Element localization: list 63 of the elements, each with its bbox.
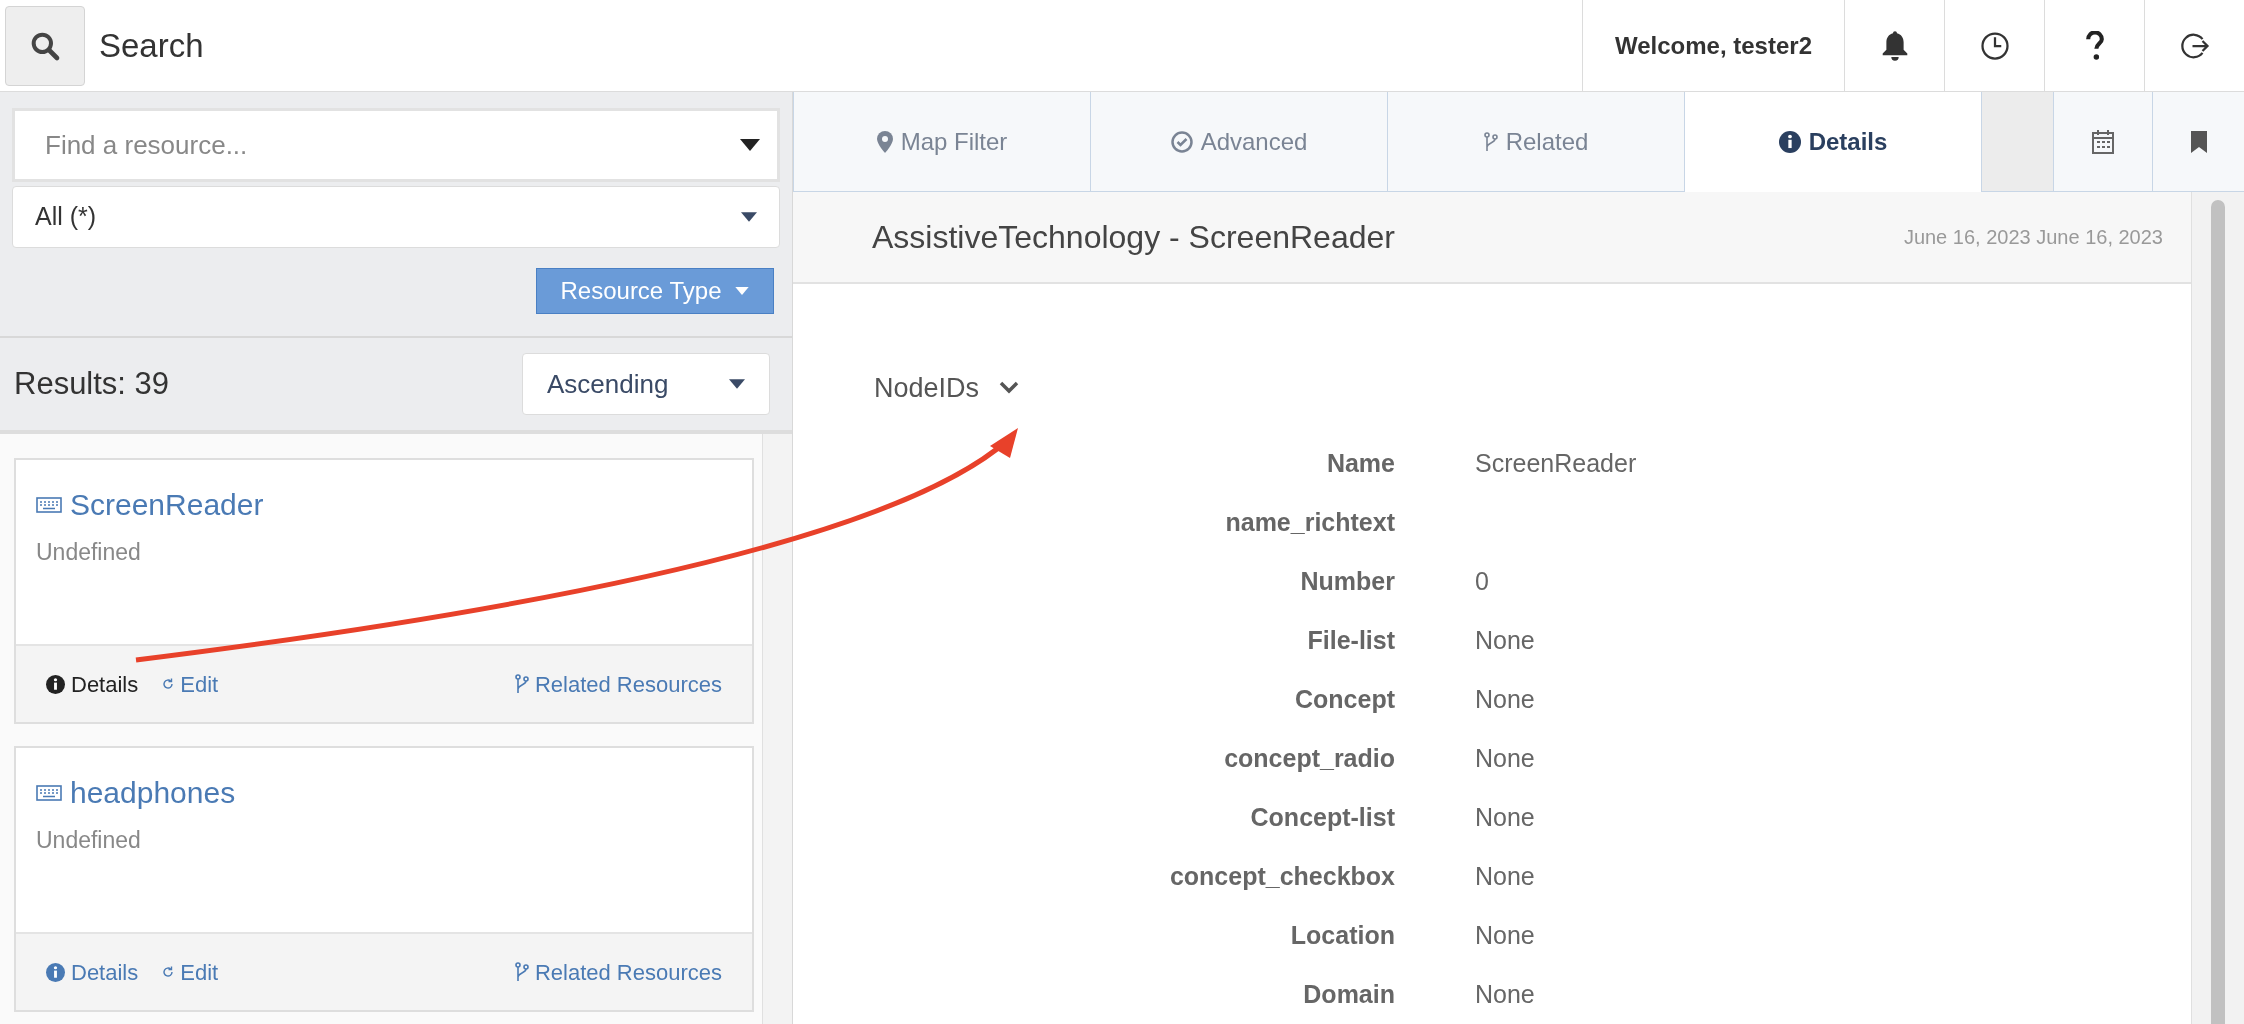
info-icon [46,674,65,694]
keyboard-icon [36,784,62,801]
map-pin-icon [876,130,893,153]
help-icon [2084,30,2105,61]
resource-type-button[interactable]: Resource Type [536,268,774,314]
info-icon [46,962,65,982]
field-label: Concept [1295,683,1395,715]
details-link[interactable]: Details [46,955,139,989]
resource-title-link[interactable]: ScreenReader [70,482,264,527]
field-label: Location [1290,919,1395,951]
field-value: None [1475,979,1535,1008]
bookmark-icon [2190,130,2207,153]
field-value: 0 [1475,566,1489,595]
field-label: name_richtext [1225,506,1395,538]
keyboard-icon [36,496,62,513]
field-value: None [1475,684,1535,713]
field-value: None [1475,802,1535,831]
branch-icon [514,962,529,982]
field-value: None [1475,743,1535,772]
resource-title-link[interactable]: headphones [70,770,236,815]
caret-icon [729,379,745,389]
field-value: None [1475,625,1535,654]
field-label: Number [1300,565,1395,597]
field-label: Domain [1303,978,1395,1010]
tab[interactable]: Details [1684,92,1981,192]
branch-icon [514,674,529,694]
caret-icon [740,139,760,151]
field-label: concept_checkbox [1169,860,1395,892]
field-label: concept_radio [1224,742,1395,774]
search-button[interactable] [5,5,85,86]
resource-subtitle: Undefined [36,538,142,567]
details-link[interactable]: Details [46,667,139,701]
find-resource-field[interactable]: Find a resource... [12,108,780,182]
refresh-icon [162,678,175,690]
edit-link[interactable]: Edit [162,667,219,701]
field-value: ScreenReader [1475,448,1637,477]
clock-icon [1979,30,2010,61]
field-label: Concept-list [1250,801,1395,833]
report-title: AssistiveTechnology - ScreenReader [872,217,1395,257]
chevron-down-icon [999,380,1020,395]
info-icon [1778,131,1801,153]
resource-subtitle: Undefined [36,826,142,855]
caret-icon [741,212,757,222]
section-heading: NodeIDs [874,371,980,405]
branch-icon [1483,130,1498,153]
type-select[interactable]: All (*) [12,186,780,248]
calendar-icon [2092,129,2114,154]
refresh-icon [162,966,175,978]
field-label: File-list [1307,624,1395,656]
related-resources-link[interactable]: Related Resources [514,955,722,989]
search-label: Search [99,25,204,66]
field-label: Name [1326,447,1395,479]
related-resources-link[interactable]: Related Resources [514,667,722,701]
field-value: None [1475,861,1535,890]
check-circle-icon [1170,130,1193,153]
sort-select[interactable]: Ascending [522,353,770,415]
scrollbar-thumb[interactable] [2211,200,2225,1024]
edit-link[interactable]: Edit [162,955,219,989]
report-dates: June 16, 2023 June 16, 2023 [1903,224,2163,250]
caret-icon [735,287,750,295]
welcome-text: Welcome, tester2 [1615,30,1812,61]
results-count: Results: 39 [14,364,170,403]
field-value: None [1475,920,1535,949]
